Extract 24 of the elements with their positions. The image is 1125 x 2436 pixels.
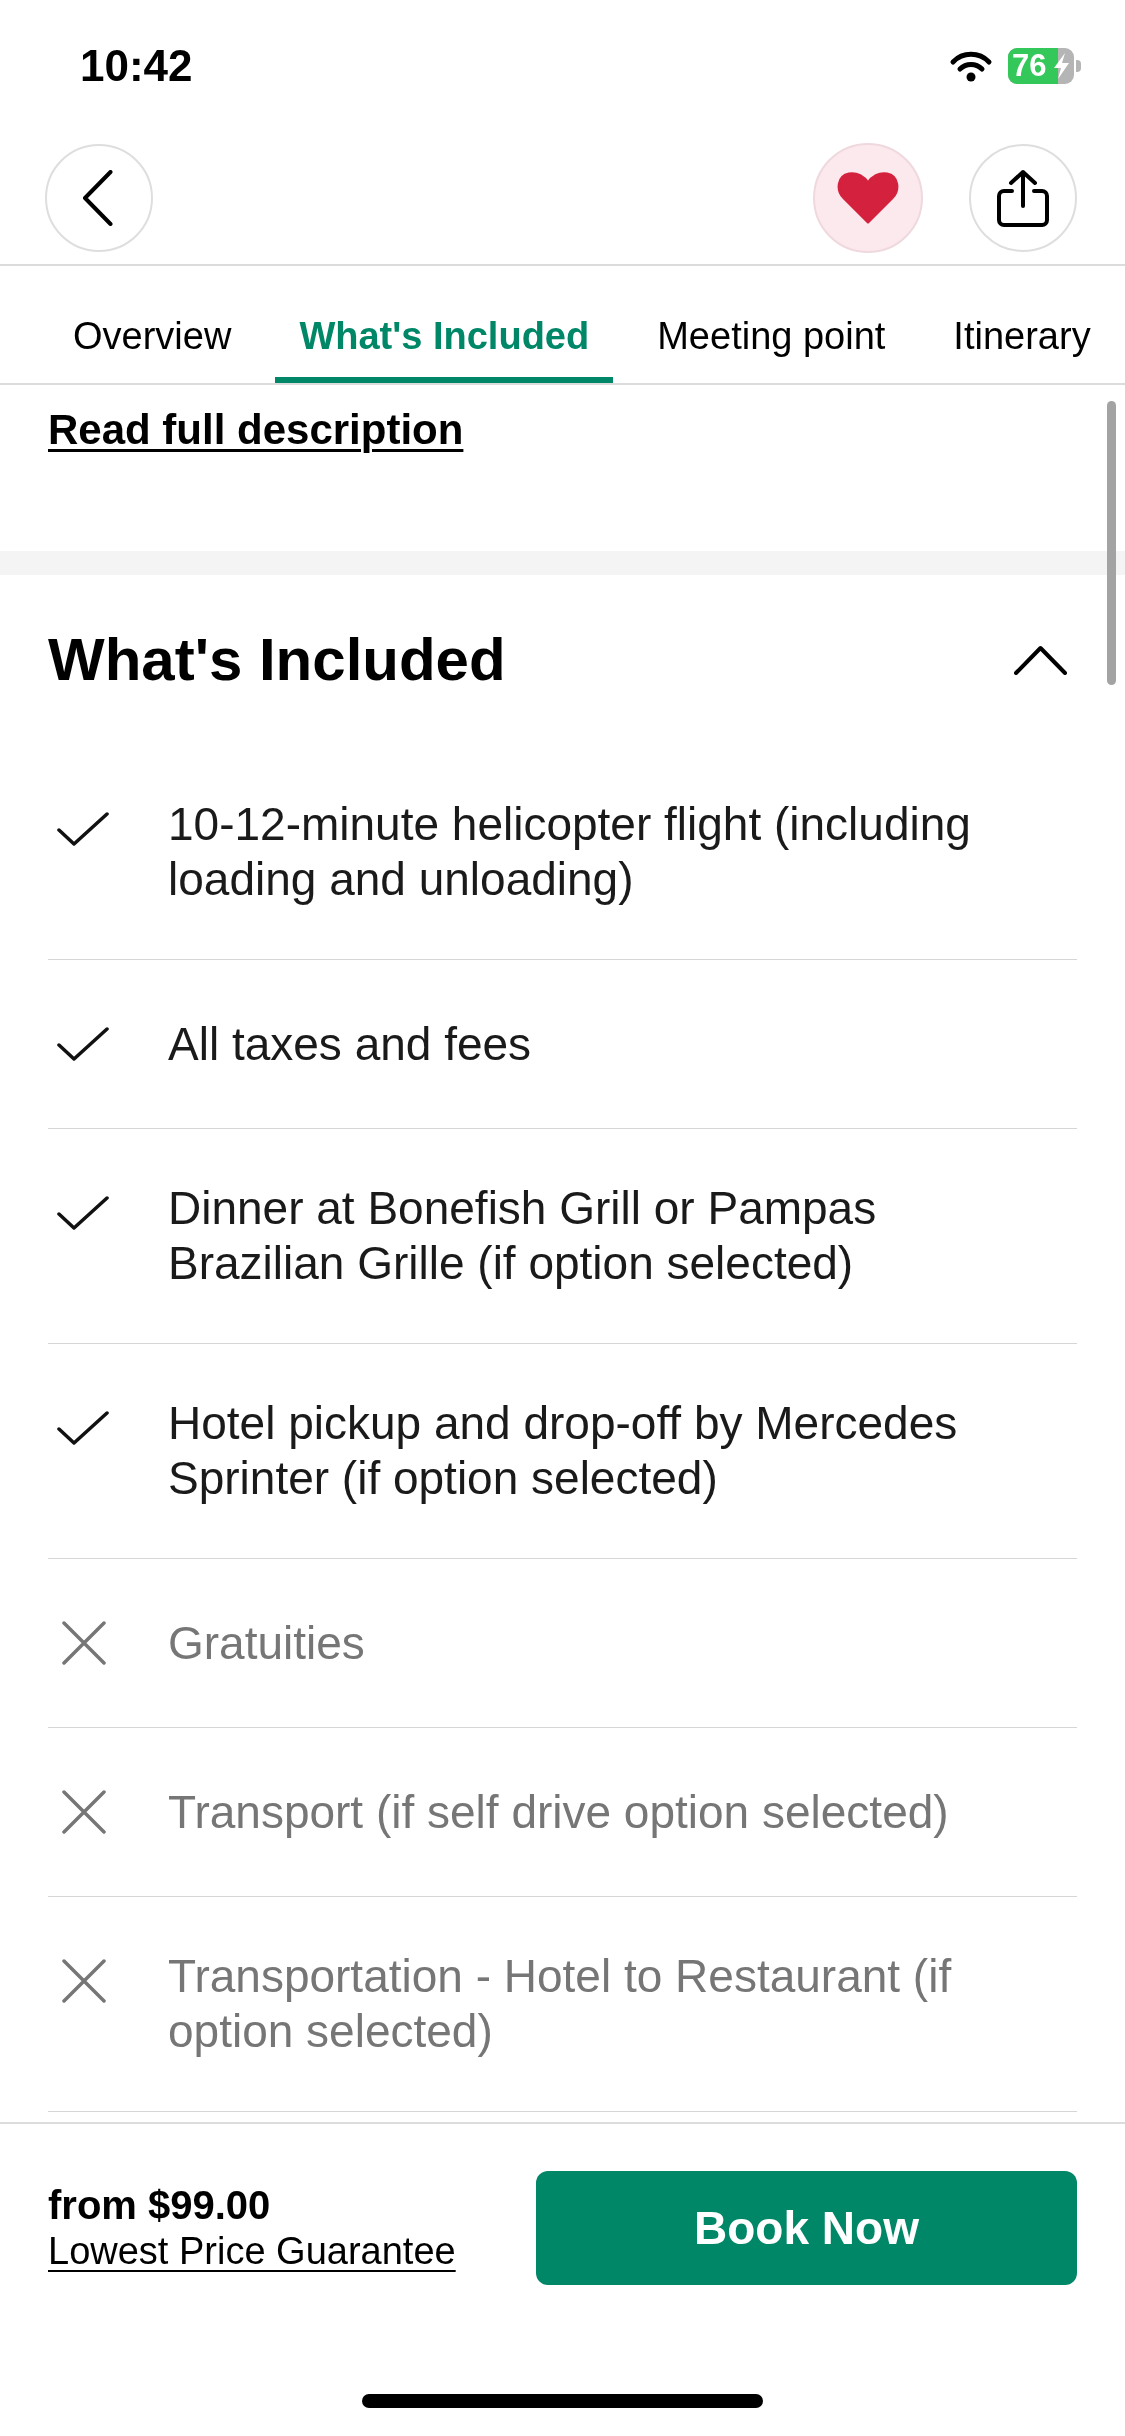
inclusion-text: Transportation - Hotel to Restaurant (if option selected) <box>168 1949 953 2059</box>
wifi-icon <box>948 50 994 82</box>
chevron-up-icon[interactable] <box>1014 645 1067 675</box>
heart-icon <box>837 171 899 225</box>
read-full-description-link[interactable]: Read full description <box>48 406 464 453</box>
battery-icon <box>1008 48 1082 84</box>
tab[interactable]: Overview <box>49 295 256 383</box>
status-time: 10:42 <box>80 40 193 92</box>
price-guarantee-link[interactable]: Lowest Price Guarantee <box>48 2228 456 2274</box>
inclusion-text: Hotel pickup and drop-off by Mercedes Sprinter (if option selected) <box>168 1396 959 1506</box>
tab[interactable]: Itinerary <box>929 295 1115 383</box>
share-icon <box>996 169 1050 227</box>
inclusion-text: Gratuities <box>168 1615 365 1671</box>
inclusion-text: 10-12-minute helicopter flight (including loading and unloading) <box>168 797 972 907</box>
inclusion-text: Transport (if self drive option selected) <box>168 1784 949 1840</box>
book-now-button[interactable]: Book Now <box>536 2171 1077 2285</box>
battery-percent: 76 <box>1012 48 1047 84</box>
tab[interactable]: Meeting point <box>633 295 910 383</box>
chevron-left-icon <box>81 170 113 226</box>
inclusion-text: All taxes and fees <box>168 1016 532 1072</box>
inclusion-text: Dinner at Bonefish Grill or Pampas Brazilian Grille (if option selected) <box>168 1181 878 1291</box>
tab[interactable]: What's Included <box>275 295 614 383</box>
section-title: What's Included <box>48 625 506 695</box>
price-text: from $99.00 <box>48 2182 271 2228</box>
